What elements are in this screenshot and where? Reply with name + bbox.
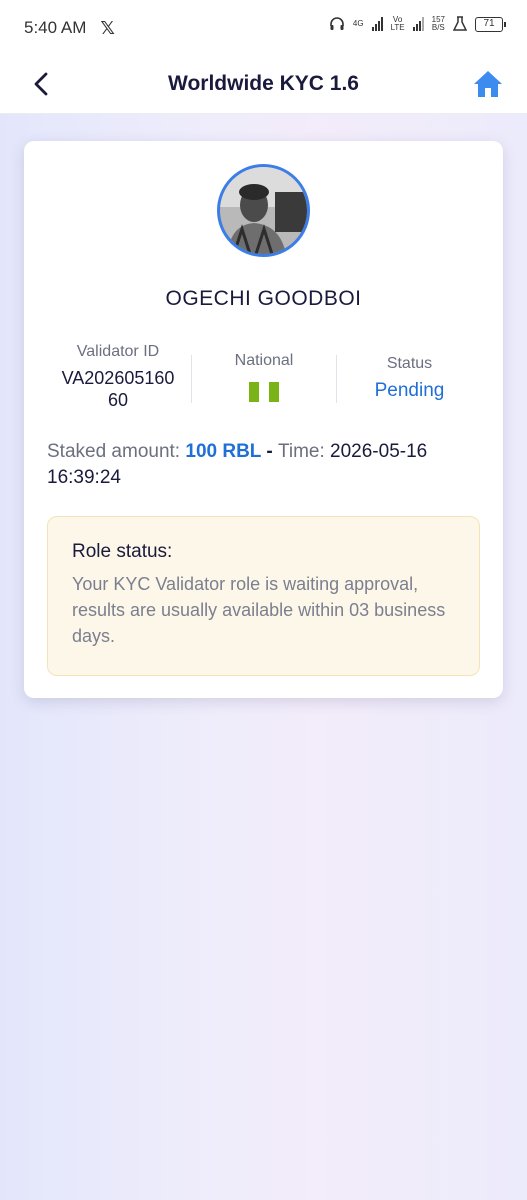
stake-info: Staked amount: 100 RBL - Time: 2026-05-1… (47, 439, 467, 491)
validator-id-value: VA202605160 60 (61, 368, 175, 410)
status-icons: 4G Vo LTE 157 B/S 71 (329, 15, 506, 32)
user-name: OGECHI GOODBOI (165, 287, 362, 310)
status-label: Status (386, 355, 433, 372)
home-button[interactable] (472, 68, 504, 100)
validator-id-block: Validator ID VA202605160 60 (44, 343, 192, 411)
role-status-box: Role status: Your KYC Validator role is … (47, 516, 480, 676)
signal-icon (371, 17, 383, 31)
role-status-title: Role status: (72, 541, 173, 562)
profile-photo (220, 167, 307, 254)
network-4g-label: 4G (352, 19, 364, 28)
staked-amount: 100 RBL (185, 441, 262, 462)
status-time: 5:40 AM (24, 18, 87, 37)
signal-icon-2 (412, 17, 424, 31)
battery-icon: 71 (475, 16, 506, 32)
national-label: National (234, 352, 294, 369)
validator-id-label: Validator ID (76, 343, 160, 360)
role-status-message: Your KYC Validator role is waiting appro… (72, 574, 446, 646)
x-app-icon: 𝕏 (100, 17, 115, 38)
status-block: Status Pending (337, 355, 482, 402)
time-label: Time: (277, 441, 331, 462)
net-speed: 157 B/S (431, 15, 445, 32)
staked-label: Staked amount: (47, 441, 186, 462)
avatar (217, 164, 310, 257)
app-header: Worldwide KYC 1.6 (0, 56, 527, 114)
flask-icon (453, 16, 467, 31)
nigeria-flag-icon (249, 382, 279, 402)
status-badge: Pending (374, 380, 445, 401)
national-block: National (192, 352, 336, 407)
kyc-validator-card: OGECHI GOODBOI Validator ID VA202605160 … (24, 141, 503, 698)
stake-separator: - (261, 441, 278, 462)
headphones-icon (330, 17, 344, 30)
page-title: Worldwide KYC 1.6 (168, 72, 359, 95)
home-icon (474, 71, 502, 97)
volte-label: Vo LTE (390, 15, 405, 32)
status-bar: 5:40 AM 𝕏 4G Vo LTE 157 B/S 71 (0, 0, 527, 56)
